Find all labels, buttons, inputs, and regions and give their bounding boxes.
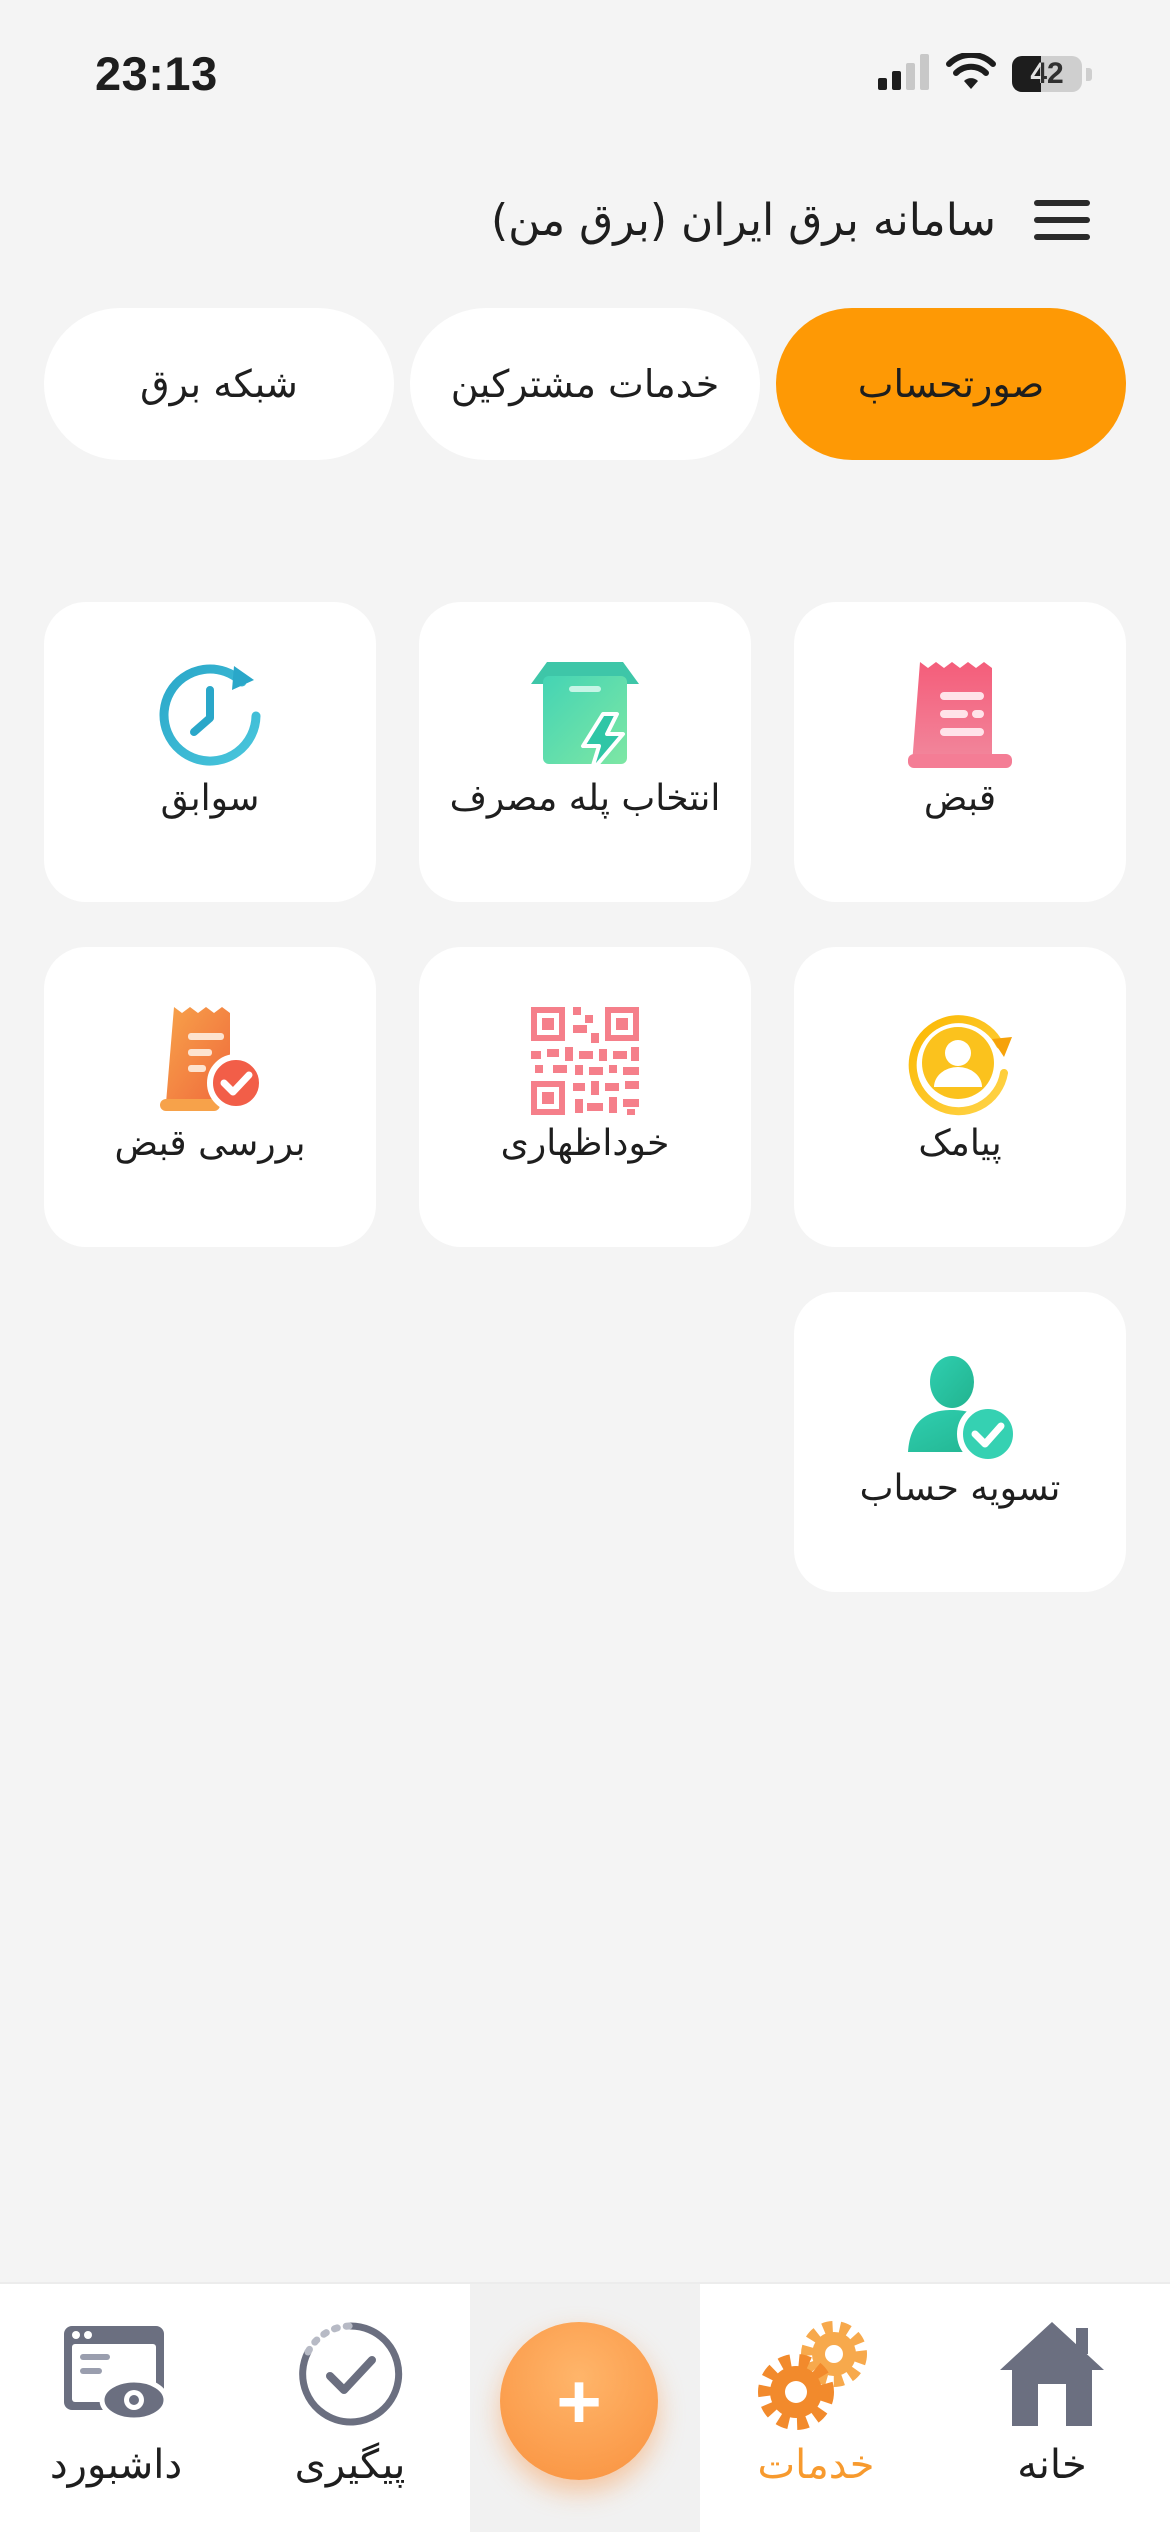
bill-receipt-icon [900,658,1020,774]
service-label: پیامک [918,1123,1002,1164]
service-label: سوابق [160,778,260,819]
nav-item-services[interactable]: خدمات [716,2284,916,2532]
qr-code-icon [525,1003,645,1119]
tracking-check-icon [290,2314,410,2434]
power-box-icon [525,658,645,774]
service-card-consumption-tier[interactable]: انتخاب پله مصرف [419,602,751,902]
sms-user-refresh-icon [900,1003,1020,1119]
history-clock-icon [150,658,270,774]
hamburger-menu-icon[interactable] [1034,200,1090,240]
battery-cap [1086,67,1092,81]
add-fab-button[interactable]: + [500,2322,658,2480]
status-icons: 42 [878,51,1092,96]
wifi-icon [946,51,996,95]
nav-label: خانه [1017,2442,1087,2488]
user-check-icon [900,1348,1020,1465]
dashboard-eye-icon [56,2314,176,2434]
category-tabs: صورتحساب خدمات مشترکین شبکه برق [44,308,1126,460]
service-card-bill-review[interactable]: بررسی قبض [44,947,376,1247]
service-card-sms[interactable]: پیامک [794,947,1126,1247]
app-header: سامانه برق ایران (برق من) [491,185,1090,255]
tab-billing[interactable]: صورتحساب [776,308,1126,460]
tab-customer-services[interactable]: خدمات مشترکین [410,308,760,460]
nav-item-tracking[interactable]: پیگیری [250,2284,450,2532]
tab-power-grid[interactable]: شبکه برق [44,308,394,460]
nav-label: پیگیری [294,2442,406,2488]
battery-icon: 42 [1012,56,1082,92]
bill-check-icon [150,1003,270,1119]
nav-label: داشبورد [49,2442,183,2488]
service-label: خوداظهاری [500,1123,670,1164]
battery-text: 42 [1030,57,1064,90]
service-label: بررسی قبض [114,1123,306,1164]
service-card-settlement[interactable]: تسویه حساب [794,1292,1126,1592]
cellular-signal-icon [878,54,930,94]
home-icon [992,2314,1112,2434]
app-screen: 23:13 42 سامانه برق ایران (برق من) صورتح… [0,0,1170,2532]
service-label: انتخاب پله مصرف [449,778,721,819]
plus-icon: + [556,2357,602,2445]
service-card-self-declaration[interactable]: خوداظهاری [419,947,751,1247]
service-card-history[interactable]: سوابق [44,602,376,902]
nav-item-dashboard[interactable]: داشبورد [16,2284,216,2532]
nav-item-home[interactable]: خانه [952,2284,1152,2532]
service-card-bill[interactable]: قبض [794,602,1126,902]
page-title: سامانه برق ایران (برق من) [490,194,996,246]
nav-label: خدمات [757,2442,875,2488]
gears-icon [756,2314,876,2434]
status-time: 23:13 [95,47,218,100]
service-label: قبض [923,778,997,819]
service-label: تسویه حساب [859,1468,1061,1509]
